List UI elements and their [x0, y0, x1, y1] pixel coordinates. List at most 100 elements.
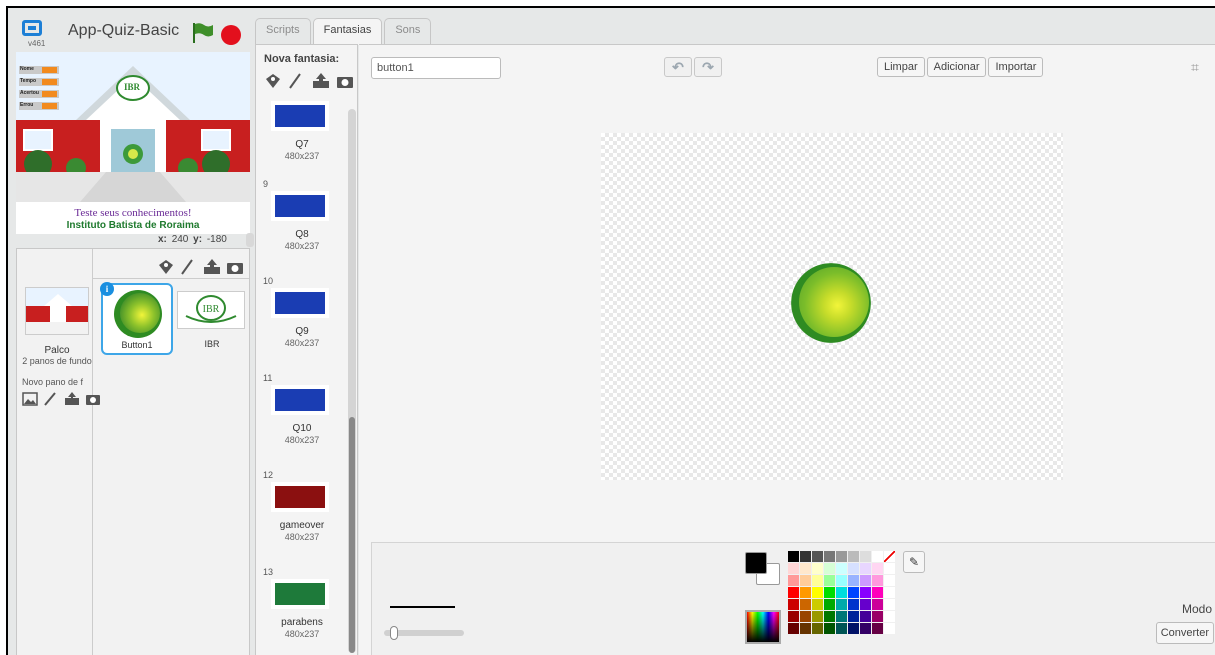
slider-knob[interactable]	[390, 626, 398, 640]
camera-sprite-icon[interactable]	[226, 259, 244, 275]
palette-swatch[interactable]	[836, 575, 847, 586]
paint-costume-icon[interactable]	[288, 73, 306, 89]
palette-swatch[interactable]	[848, 563, 859, 574]
palette-swatch[interactable]	[860, 611, 871, 622]
palette-swatch[interactable]	[884, 563, 895, 574]
palette-swatch[interactable]	[824, 575, 835, 586]
palette-swatch[interactable]	[836, 599, 847, 610]
palette-swatch[interactable]	[812, 551, 823, 562]
palette-swatch[interactable]	[836, 551, 847, 562]
palette-swatch[interactable]	[848, 599, 859, 610]
palette-swatch[interactable]	[800, 599, 811, 610]
costume-item[interactable]: 11 Q10 480x237	[256, 373, 348, 470]
tab-scripts[interactable]: Scripts	[255, 18, 311, 44]
sprite-info-icon[interactable]: i	[100, 282, 114, 296]
palette-swatch[interactable]	[872, 623, 883, 634]
palette-swatch[interactable]	[788, 611, 799, 622]
add-button[interactable]: Adicionar	[926, 57, 987, 77]
palette-swatch[interactable]	[812, 599, 823, 610]
costume-library-icon[interactable]	[264, 73, 282, 89]
palette-swatch[interactable]	[848, 611, 859, 622]
palette-swatch[interactable]	[872, 611, 883, 622]
convert-button[interactable]: Converter	[1155, 622, 1214, 644]
costume-item[interactable]: 9 Q8 480x237	[256, 179, 348, 276]
palette-swatch[interactable]	[848, 623, 859, 634]
camera-icon[interactable]	[85, 392, 103, 408]
palette-swatch[interactable]	[824, 587, 835, 598]
palette-swatch[interactable]	[836, 623, 847, 634]
palette-swatch[interactable]	[872, 551, 883, 562]
palette-swatch[interactable]	[884, 551, 895, 562]
palette-swatch[interactable]	[800, 575, 811, 586]
palette-swatch[interactable]	[824, 563, 835, 574]
costume-item[interactable]: Q7 480x237	[256, 101, 348, 186]
palette-swatch[interactable]	[860, 575, 871, 586]
palette-swatch[interactable]	[860, 599, 871, 610]
palette-swatch[interactable]	[812, 611, 823, 622]
stage-thumbnail[interactable]: Palco 2 panos de fundo	[22, 287, 92, 366]
sprite-button1[interactable]: i Button1	[100, 282, 173, 355]
import-button[interactable]: Importar	[988, 57, 1044, 77]
palette-swatch[interactable]	[848, 575, 859, 586]
tab-sons[interactable]: Sons	[384, 18, 432, 44]
palette-swatch[interactable]	[788, 551, 799, 562]
palette-swatch[interactable]	[800, 623, 811, 634]
redo-button[interactable]: ↷	[694, 57, 722, 77]
collapse-stage-handle[interactable]	[246, 233, 254, 247]
palette-swatch[interactable]	[884, 575, 895, 586]
palette-swatch[interactable]	[824, 599, 835, 610]
palette-swatch[interactable]	[788, 563, 799, 574]
palette-swatch[interactable]	[812, 623, 823, 634]
sprite-ibr[interactable]: IBR IBR	[177, 291, 247, 357]
palette-swatch[interactable]	[848, 587, 859, 598]
palette-swatch[interactable]	[872, 575, 883, 586]
palette-swatch[interactable]	[800, 611, 811, 622]
palette-swatch[interactable]	[860, 551, 871, 562]
palette-swatch[interactable]	[824, 611, 835, 622]
stage-view[interactable]: Nome Tempo Acertou Errou IBR Teste seus …	[16, 52, 250, 234]
palette-swatch[interactable]	[788, 575, 799, 586]
palette-swatch[interactable]	[884, 623, 895, 634]
undo-button[interactable]: ↶	[664, 57, 692, 77]
costume-scrollbar[interactable]	[348, 109, 356, 653]
palette-swatch[interactable]	[824, 551, 835, 562]
palette-swatch[interactable]	[884, 587, 895, 598]
palette-swatch[interactable]	[800, 563, 811, 574]
primary-color-swatch[interactable]	[745, 552, 767, 574]
fullscreen-icon[interactable]	[22, 20, 42, 36]
set-center-icon[interactable]: ⌗	[1191, 59, 1199, 76]
costume-name-input[interactable]	[371, 57, 501, 79]
palette-swatch[interactable]	[812, 587, 823, 598]
costume-item[interactable]: 13 parabens 480x237	[256, 567, 348, 655]
palette-swatch[interactable]	[848, 551, 859, 562]
palette-swatch[interactable]	[788, 587, 799, 598]
palette-swatch[interactable]	[812, 575, 823, 586]
scrollbar-thumb[interactable]	[349, 417, 355, 653]
palette-swatch[interactable]	[788, 599, 799, 610]
palette-swatch[interactable]	[836, 563, 847, 574]
palette-swatch[interactable]	[872, 587, 883, 598]
palette-swatch[interactable]	[824, 623, 835, 634]
upload-icon[interactable]	[64, 392, 82, 408]
eyedropper-icon[interactable]: ✎	[903, 551, 925, 573]
palette-swatch[interactable]	[800, 587, 811, 598]
camera-costume-icon[interactable]	[336, 73, 354, 89]
color-spectrum-picker[interactable]	[745, 610, 781, 644]
costume-item[interactable]: 10 Q9 480x237	[256, 276, 348, 373]
paint-canvas[interactable]	[601, 133, 1063, 480]
upload-costume-icon[interactable]	[312, 73, 330, 89]
upload-sprite-icon[interactable]	[203, 259, 221, 275]
palette-swatch[interactable]	[860, 623, 871, 634]
backdrop-library-icon[interactable]	[22, 392, 40, 408]
palette-swatch[interactable]	[836, 611, 847, 622]
palette-swatch[interactable]	[860, 587, 871, 598]
palette-swatch[interactable]	[884, 611, 895, 622]
sprite-library-icon[interactable]	[157, 259, 175, 275]
palette-swatch[interactable]	[860, 563, 871, 574]
palette-swatch[interactable]	[800, 551, 811, 562]
project-title[interactable]: App-Quiz-Basic	[68, 22, 179, 40]
stop-sign-icon[interactable]	[221, 25, 241, 45]
green-flag-icon[interactable]	[192, 23, 214, 43]
palette-swatch[interactable]	[884, 599, 895, 610]
palette-swatch[interactable]	[872, 599, 883, 610]
